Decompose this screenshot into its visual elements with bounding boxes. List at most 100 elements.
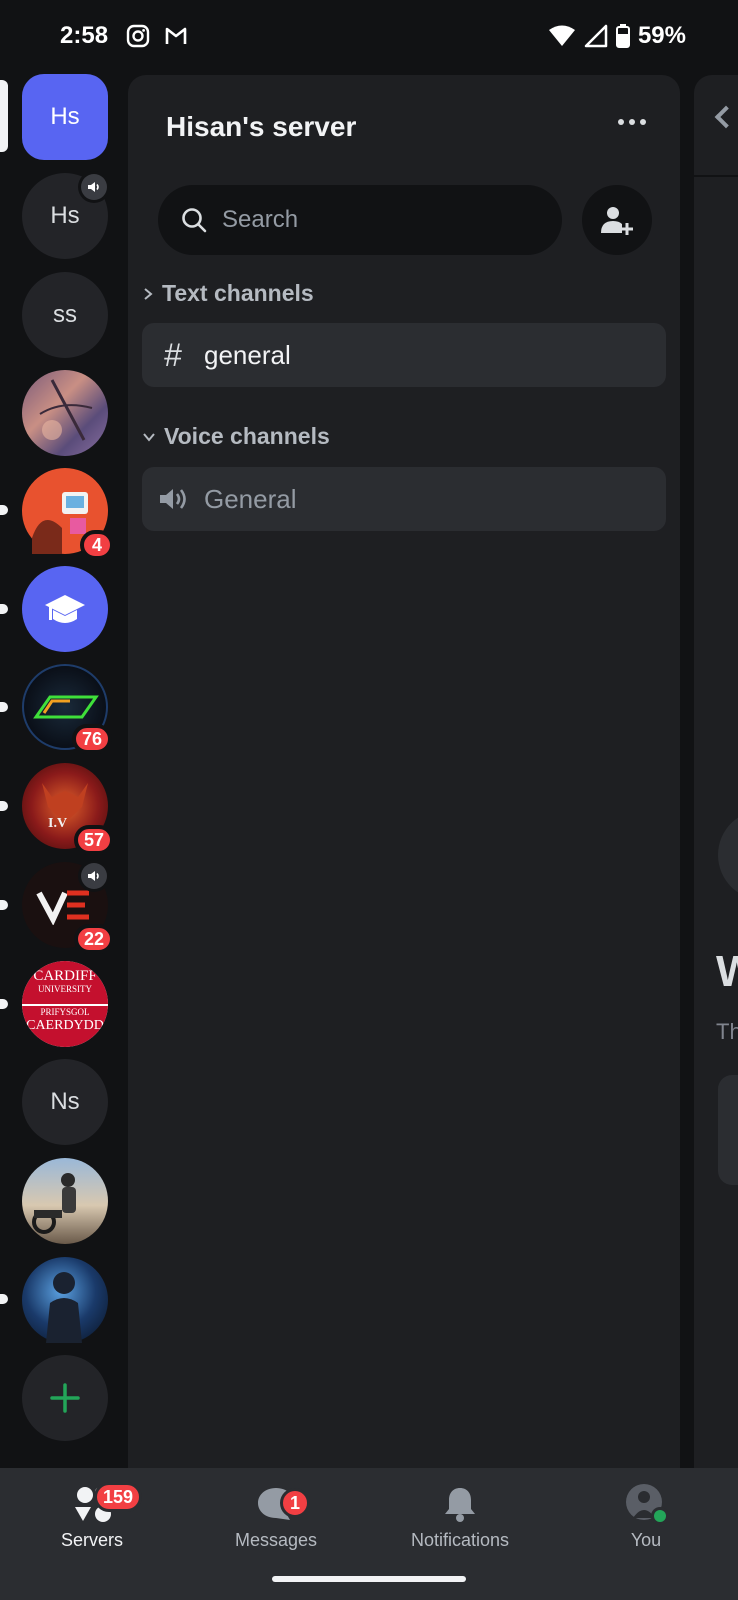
- server-icon-diablo[interactable]: I.V 57: [22, 763, 114, 855]
- welcome-subtitle: Th: [716, 1019, 738, 1044]
- server-avatar-art: [46, 1272, 82, 1343]
- invite-members-button[interactable]: [582, 185, 652, 255]
- server-icon-soldier[interactable]: [22, 1257, 108, 1343]
- speaker-icon: [160, 489, 186, 509]
- server-initials: ss: [53, 301, 77, 328]
- unread-indicator: [0, 1294, 8, 1304]
- search-icon: [182, 208, 207, 233]
- avatar: [624, 1484, 668, 1525]
- bell-glyph: [445, 1488, 475, 1522]
- server-icon-ve[interactable]: 22: [22, 860, 114, 954]
- chat-panel-peek[interactable]: W Th: [694, 75, 738, 1468]
- server-avatar-art: [36, 890, 89, 925]
- unread-indicator: [0, 999, 8, 1009]
- server-avatar-art: [33, 695, 99, 719]
- category-label: Voice channels: [164, 423, 330, 449]
- logo-line: UNIVERSITY: [38, 984, 92, 994]
- add-user-icon: [601, 207, 633, 235]
- logo-bottom: PRIFYSGOL CAERDYDD: [22, 1004, 108, 1047]
- unread-badge: 57: [73, 825, 114, 855]
- battery-percentage: 59%: [637, 22, 686, 49]
- channel-panel: Hisan's server Search Text channels # ge…: [128, 75, 680, 1468]
- cell-signal-icon: [584, 24, 608, 48]
- speaker-icon: [88, 182, 99, 192]
- category-voice-channels[interactable]: Voice channels: [142, 423, 330, 450]
- servers-badge: 159: [94, 1482, 143, 1512]
- unread-badge: 22: [73, 924, 114, 954]
- server-icon-hisans-server[interactable]: Hs: [22, 74, 108, 160]
- welcome-card[interactable]: [718, 1075, 738, 1185]
- chevron-down-icon: [143, 432, 155, 442]
- unread-indicator: [0, 604, 8, 614]
- unread-indicator: [0, 702, 8, 712]
- server-icon-f1[interactable]: 76: [22, 664, 112, 754]
- dot: [640, 119, 646, 125]
- speaker-icon: [88, 871, 99, 881]
- server-avatar-art: [39, 379, 93, 441]
- server-initials: Hs: [50, 103, 80, 130]
- battery-icon: [615, 24, 630, 48]
- server-icon-rider[interactable]: [22, 1158, 108, 1244]
- category-label: Text channels: [162, 280, 314, 306]
- server-icon-cardiff-university[interactable]: CARDIFF UNIVERSITY PRIFYSGOL CAERDYDD: [22, 961, 108, 1047]
- user-avatar: [626, 1484, 668, 1525]
- logo-line: CARDIFF: [33, 968, 97, 984]
- logo-line: CAERDYDD: [26, 1018, 104, 1033]
- unread-indicator: [0, 900, 8, 910]
- wifi-icon: [548, 25, 575, 46]
- voice-active-badge: [78, 171, 110, 203]
- channel-name: general: [204, 339, 291, 370]
- nav-messages[interactable]: 1 Messages: [184, 1468, 368, 1568]
- add-server-button[interactable]: [22, 1355, 108, 1441]
- channel-general-text[interactable]: # general: [142, 323, 666, 387]
- graduation-cap-icon: [45, 595, 85, 623]
- home-indicator[interactable]: [272, 1576, 466, 1582]
- dot: [618, 119, 624, 125]
- unread-badge: 4: [80, 530, 114, 560]
- unread-badge: 76: [71, 724, 112, 754]
- server-icon-student-hub[interactable]: [22, 566, 108, 652]
- nav-label: You: [630, 1530, 662, 1550]
- search-input[interactable]: Search: [158, 185, 562, 255]
- server-initials: Hs: [50, 202, 80, 229]
- server-icon-cartoon[interactable]: 4: [22, 468, 114, 560]
- server-icon-anime[interactable]: [22, 370, 108, 456]
- status-time: 2:58: [60, 22, 109, 49]
- nav-notifications[interactable]: Notifications: [368, 1468, 552, 1568]
- server-icon-ss[interactable]: ss: [22, 272, 108, 358]
- unread-indicator: [0, 801, 8, 811]
- server-name[interactable]: Hisan's server: [166, 111, 356, 143]
- chevron-right-icon: [144, 287, 153, 300]
- svg-text:I.V: I.V: [48, 816, 67, 831]
- bell-icon: [438, 1484, 482, 1524]
- status-right: 59%: [548, 22, 686, 50]
- unread-indicator: [0, 505, 8, 515]
- plus-icon: [50, 1383, 80, 1413]
- server-rail[interactable]: Hs Hs ss 4 76 I.V 57 22 CARDIFF UNIVERSI…: [0, 72, 128, 1468]
- search-placeholder: Search: [222, 206, 299, 233]
- more-options-button[interactable]: [618, 119, 646, 125]
- servers-icon: 159: [70, 1482, 143, 1524]
- nav-you[interactable]: You: [554, 1468, 738, 1568]
- active-server-indicator: [0, 80, 8, 152]
- voice-active-badge: [78, 860, 110, 892]
- server-avatar-art: [32, 1173, 76, 1234]
- server-icon-ns[interactable]: Ns: [22, 1059, 108, 1145]
- dot: [629, 119, 635, 125]
- logo-top: CARDIFF UNIVERSITY: [22, 961, 108, 1004]
- server-icon-hs-voice[interactable]: Hs: [22, 171, 110, 259]
- nav-servers[interactable]: 159 Servers: [0, 1468, 184, 1568]
- channel-name: General: [204, 483, 297, 514]
- back-chevron-icon[interactable]: [714, 105, 738, 129]
- instagram-icon: [126, 24, 150, 48]
- welcome-icon: [718, 810, 738, 900]
- messages-icon: 1: [254, 1484, 310, 1524]
- category-text-channels[interactable]: Text channels: [142, 280, 314, 307]
- welcome-title: W: [716, 947, 738, 996]
- channel-general-voice[interactable]: General: [142, 467, 666, 531]
- nav-label: Servers: [60, 1530, 123, 1550]
- gmail-icon: [165, 27, 187, 44]
- hash-icon: #: [164, 336, 182, 373]
- status-bar: 2:58 59%: [0, 0, 738, 72]
- server-initials: Ns: [50, 1088, 80, 1115]
